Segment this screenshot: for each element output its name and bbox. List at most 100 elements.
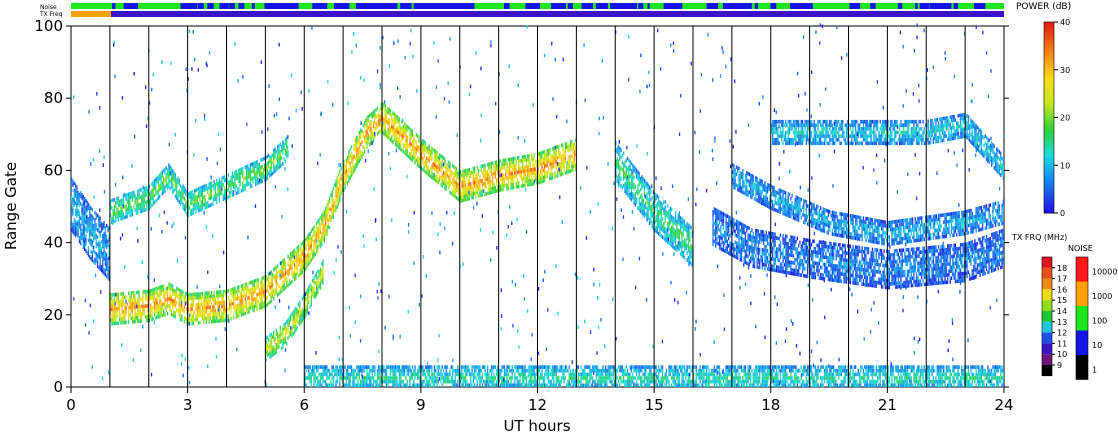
data-cell <box>325 221 327 225</box>
data-cell <box>178 313 180 318</box>
data-cell <box>466 197 468 202</box>
data-cell <box>572 164 574 169</box>
data-cell <box>283 146 285 150</box>
data-cell <box>617 166 620 171</box>
data-cell <box>371 129 373 134</box>
data-cell <box>248 181 250 186</box>
data-cell <box>336 201 338 206</box>
data-cell <box>668 216 670 220</box>
data-cell <box>227 314 230 318</box>
data-cell <box>235 304 237 308</box>
data-cell <box>778 236 780 241</box>
data-cell <box>454 173 456 177</box>
data-cell <box>759 251 761 255</box>
data-cell <box>129 294 131 299</box>
data-cell <box>173 174 175 179</box>
data-cell <box>271 349 274 354</box>
data-cell <box>481 185 484 190</box>
data-cell <box>253 297 255 302</box>
data-cell <box>286 154 288 159</box>
data-cell <box>550 158 552 163</box>
data-cell <box>280 163 283 167</box>
data-cell <box>319 271 322 276</box>
data-cell <box>630 172 633 177</box>
data-cell <box>532 167 534 172</box>
data-cell <box>209 196 211 200</box>
data-cell <box>464 172 467 177</box>
data-cell <box>712 231 714 236</box>
data-cell <box>115 204 117 209</box>
data-cell <box>133 305 135 310</box>
data-cell <box>130 195 132 199</box>
data-cell <box>336 176 338 181</box>
data-cell <box>798 262 800 266</box>
data-cell <box>726 250 728 255</box>
data-cell <box>527 172 529 176</box>
data-cell <box>293 266 296 271</box>
data-cell <box>547 170 550 174</box>
data-cell <box>268 276 270 280</box>
data-cell <box>275 164 277 169</box>
data-cell <box>795 250 797 255</box>
data-cell <box>528 157 530 162</box>
data-cell <box>621 168 623 172</box>
data-cell <box>764 237 766 242</box>
data-cell <box>668 241 670 246</box>
data-cell <box>361 129 363 134</box>
data-cell <box>388 122 390 126</box>
data-cell <box>681 239 683 243</box>
data-cell <box>507 179 509 184</box>
data-cell <box>774 239 776 244</box>
data-cell <box>442 170 445 175</box>
data-cell <box>115 321 117 326</box>
data-cell <box>520 166 522 170</box>
data-cell <box>103 271 105 276</box>
data-cell <box>685 228 687 232</box>
data-cell <box>268 290 270 295</box>
data-cell <box>528 154 530 158</box>
data-cell <box>624 171 626 176</box>
data-cell <box>71 213 73 218</box>
data-cell <box>823 266 826 270</box>
data-cell <box>463 191 465 195</box>
data-cell <box>492 183 494 187</box>
data-cell <box>85 209 87 214</box>
data-cell <box>752 246 754 251</box>
data-cell <box>785 234 787 239</box>
data-cell <box>204 298 206 303</box>
data-cell <box>414 149 416 154</box>
data-cell <box>633 183 635 187</box>
data-cell <box>510 161 512 165</box>
data-cell <box>238 190 240 194</box>
data-cell <box>196 195 198 199</box>
data-cell <box>718 220 721 225</box>
data-cell <box>777 269 779 273</box>
data-cell <box>439 178 441 182</box>
data-cell <box>825 270 827 274</box>
data-cell <box>190 208 192 213</box>
data-cell <box>321 217 323 222</box>
data-cell <box>393 134 395 138</box>
data-cell <box>634 170 636 175</box>
data-cell <box>518 170 520 175</box>
data-cell <box>488 180 490 185</box>
data-cell <box>507 172 509 176</box>
data-cell <box>210 294 213 299</box>
data-cell <box>538 159 541 163</box>
data-cell <box>527 165 529 169</box>
data-cell <box>142 293 144 298</box>
data-cell <box>203 309 205 314</box>
data-cell <box>411 133 414 137</box>
data-cell <box>94 218 96 222</box>
data-cell <box>306 291 309 296</box>
noise-strip-segment <box>929 3 936 9</box>
data-cell <box>218 192 220 196</box>
data-cell <box>689 249 691 254</box>
data-cell <box>331 197 333 201</box>
data-cell <box>273 352 275 356</box>
data-cell <box>367 125 369 130</box>
data-cell <box>282 288 284 292</box>
data-cell <box>275 287 277 291</box>
data-cell <box>282 147 284 152</box>
data-cell <box>270 332 272 337</box>
